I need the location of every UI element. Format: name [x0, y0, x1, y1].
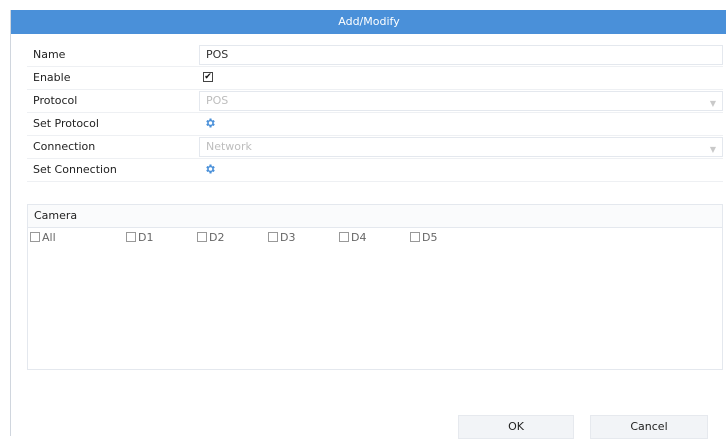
- protocol-row: Protocol POS ▼: [27, 90, 723, 113]
- cancel-button[interactable]: Cancel: [590, 415, 708, 439]
- dialog-title: Add/Modify: [11, 10, 726, 34]
- camera-checkbox-all[interactable]: All: [30, 232, 56, 244]
- gear-icon[interactable]: [204, 163, 216, 175]
- protocol-value: POS: [206, 94, 229, 107]
- camera-checkbox-d2[interactable]: D2: [197, 232, 224, 244]
- camera-checkbox-d3[interactable]: D3: [268, 232, 295, 244]
- checkbox-icon[interactable]: [268, 232, 278, 242]
- set-protocol-label: Set Protocol: [33, 117, 99, 130]
- name-label: Name: [33, 48, 66, 61]
- protocol-label: Protocol: [33, 94, 78, 107]
- gear-icon[interactable]: [204, 117, 216, 129]
- connection-value: Network: [206, 140, 252, 153]
- camera-checkbox-label: D5: [422, 231, 438, 244]
- ok-button[interactable]: OK: [458, 415, 574, 439]
- protocol-select[interactable]: POS ▼: [199, 91, 723, 111]
- camera-checkbox-d1[interactable]: D1: [126, 232, 153, 244]
- set-protocol-row: Set Protocol: [27, 113, 723, 136]
- checkbox-icon[interactable]: [410, 232, 420, 242]
- enable-row: Enable ✔: [27, 67, 723, 90]
- chevron-down-icon: ▼: [709, 99, 716, 108]
- connection-select[interactable]: Network ▼: [199, 137, 723, 157]
- pos-form: Name POS Enable ✔ Protocol POS ▼ Set Pro…: [27, 44, 723, 182]
- camera-checkbox-label: D2: [209, 231, 225, 244]
- camera-section: Camera All D1 D2 D3 D4 D5: [27, 204, 723, 370]
- name-row: Name POS: [27, 44, 723, 67]
- camera-checkbox-label: D1: [138, 231, 154, 244]
- camera-checkbox-label: D3: [280, 231, 296, 244]
- name-input[interactable]: POS: [199, 45, 723, 65]
- camera-checkbox-label: D4: [351, 231, 367, 244]
- checkbox-icon[interactable]: [197, 232, 207, 242]
- connection-label: Connection: [33, 140, 96, 153]
- enable-checkbox[interactable]: ✔: [203, 72, 213, 82]
- chevron-down-icon: ▼: [709, 145, 716, 154]
- camera-label: Camera: [28, 205, 722, 228]
- add-modify-dialog: Add/Modify Name POS Enable ✔ Protocol PO…: [10, 10, 726, 439]
- set-connection-row: Set Connection: [27, 159, 723, 182]
- checkbox-icon[interactable]: [126, 232, 136, 242]
- camera-checkbox-d5[interactable]: D5: [410, 232, 437, 244]
- connection-row: Connection Network ▼: [27, 136, 723, 159]
- checkbox-icon[interactable]: [30, 232, 40, 242]
- camera-checkbox-label: All: [42, 231, 56, 244]
- set-connection-label: Set Connection: [33, 163, 117, 176]
- enable-label: Enable: [33, 71, 71, 84]
- checkbox-icon[interactable]: [339, 232, 349, 242]
- camera-checkbox-d4[interactable]: D4: [339, 232, 366, 244]
